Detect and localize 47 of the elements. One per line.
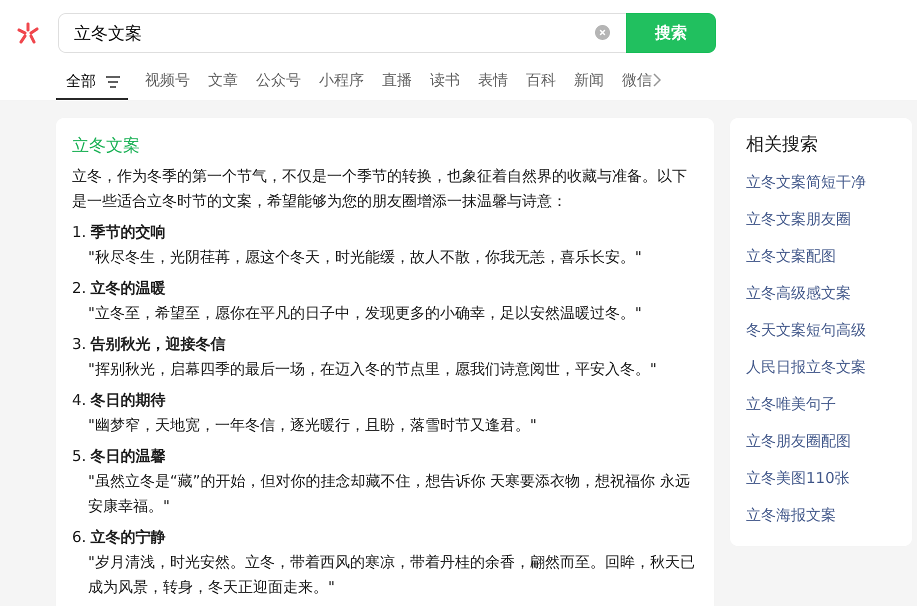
item-heading: 冬日的温馨	[90, 446, 166, 467]
item-quote: "岁月清浅，时光安然。立冬，带着西风的寒凉，带着丹桂的余香，翩然而至。回眸，秋天已成为风景，转身，冬天正迎面走来。"	[87, 552, 696, 598]
related-link[interactable]: 立冬唯美句子	[746, 386, 896, 423]
clear-icon[interactable]	[595, 25, 610, 40]
item-heading: 告别秋光，迎接冬信	[90, 334, 226, 355]
list-number: 1.	[72, 222, 86, 243]
item-quote: "虽然立冬是“藏”的开始，但对你的挂念却藏不住，想告诉你 天寒要添衣物，想祝福你 永远安康幸福。"	[87, 471, 691, 517]
intro-paragraph: 立冬，作为冬季的第一个节气，不仅是一个季节的转换，也象征着自然界的收藏与准备。以下是一些适合立冬时节的文案，希望能够为您的朋友圈增添一抹温馨与诗意：	[72, 166, 688, 212]
related-link[interactable]: 立冬朋友圈配图	[746, 423, 896, 460]
tab[interactable]: 公众号	[247, 68, 310, 100]
list-number: 3.	[72, 334, 86, 355]
tab[interactable]: 文章	[199, 68, 247, 100]
search-field[interactable]: 立冬文案	[58, 13, 626, 53]
tab[interactable]: 表情	[469, 68, 517, 100]
tab[interactable]: 读书	[421, 68, 469, 100]
related-link[interactable]: 立冬文案朋友圈	[746, 201, 896, 238]
item-heading: 冬日的期待	[90, 390, 166, 411]
tab[interactable]: 微信	[613, 68, 661, 100]
tab[interactable]: 新闻	[565, 68, 613, 100]
list-number: 2.	[72, 278, 86, 299]
list-number: 5.	[72, 446, 86, 467]
tab[interactable]: 全部	[56, 68, 128, 100]
related-link[interactable]: 冬天文案短句高级	[746, 312, 896, 349]
item-heading: 立冬的温暖	[90, 278, 166, 299]
related-link[interactable]: 人民日报立冬文案	[746, 349, 896, 386]
related-link[interactable]: 立冬文案简短干净	[746, 164, 896, 201]
list-number: 6.	[72, 527, 86, 548]
related-link[interactable]: 立冬高级感文案	[746, 275, 896, 312]
answer-title: 立冬文案	[72, 135, 141, 157]
related-title: 相关搜索	[746, 133, 819, 156]
item-quote: "立冬至，希望至，愿你在平凡的日子中，发现更多的小确幸，足以安然温暖过冬。"	[87, 303, 643, 324]
item-heading: 季节的交响	[90, 222, 166, 243]
related-link[interactable]: 立冬文案配图	[746, 238, 896, 275]
tab[interactable]: 直播	[373, 68, 421, 100]
item-quote: "秋尽冬生，光阴荏苒，愿这个冬天，时光能缓，故人不散，你我无恙，喜乐长安。"	[87, 247, 643, 268]
item-heading: 立冬的宁静	[90, 527, 166, 548]
item-quote: "挥别秋光，启幕四季的最后一场，在迈入冬的节点里，愿我们诗意阅世，平安入冬。"	[87, 359, 658, 380]
tab[interactable]: 小程序	[310, 68, 373, 100]
chevron-right-icon[interactable]	[653, 73, 661, 87]
related-link[interactable]: 立冬美图110张	[746, 460, 896, 497]
list-number: 4.	[72, 390, 86, 411]
logo-icon	[16, 21, 40, 45]
tab[interactable]: 视频号	[136, 68, 199, 100]
related-link[interactable]: 立冬海报文案	[746, 497, 896, 534]
tab[interactable]: 百科	[517, 68, 565, 100]
filter-icon[interactable]	[106, 76, 120, 88]
item-quote: "幽梦窄，天地宽，一年冬信，逐光暖行，且盼，落雪时节又逢君。"	[87, 415, 538, 436]
